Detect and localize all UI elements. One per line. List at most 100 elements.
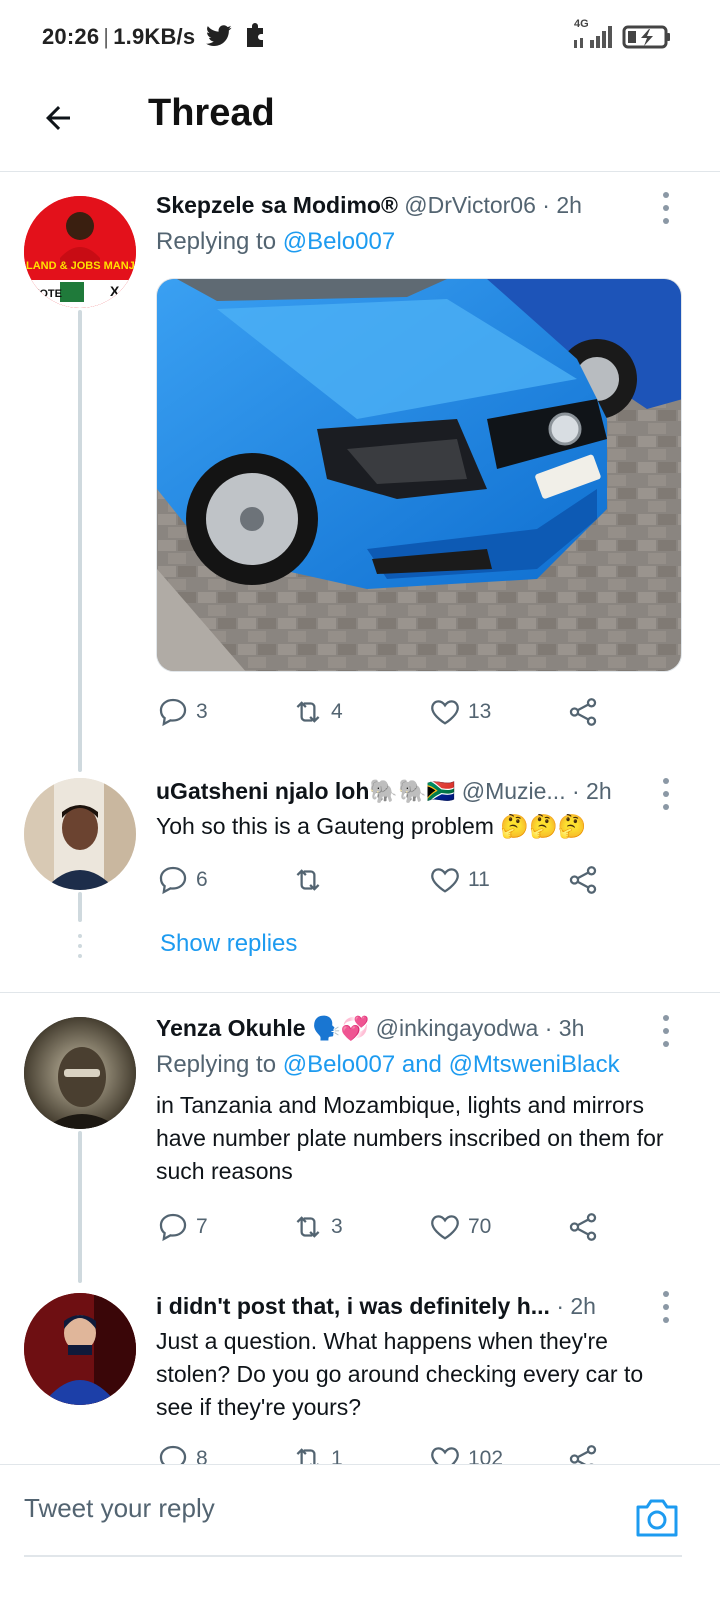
tweet-time: · 2h <box>556 1293 596 1319</box>
heart-icon <box>431 1215 459 1240</box>
avatar[interactable] <box>24 778 136 890</box>
reply-count: 7 <box>196 1215 208 1238</box>
mention-link[interactable]: @Belo007 and @MtsweniBlack <box>283 1051 620 1078</box>
retweet-button[interactable]: 4 <box>291 692 343 732</box>
share-icon <box>569 866 597 894</box>
heart-icon <box>431 1447 459 1464</box>
avatar-image <box>24 1293 136 1405</box>
more-dot <box>663 218 669 224</box>
tweet-header: Skepzele sa Modimo® @DrVictor06 · 2h <box>156 192 660 219</box>
more-dot <box>663 1015 669 1021</box>
more-dot <box>663 791 669 797</box>
tweet-time: · 3h <box>544 1015 585 1041</box>
display-name[interactable]: Yenza Okuhle 🗣️💞 <box>156 1015 369 1041</box>
display-name[interactable]: uGatsheni njalo loh🐘🐘🇿🇦 <box>156 778 455 804</box>
replying-to: Replying to @Belo007 and @MtsweniBlack <box>156 1051 620 1079</box>
battery-charging-icon <box>622 25 670 49</box>
tweet-card[interactable]: Yenza Okuhle 🗣️💞 @inkingayodwa · 3h Repl… <box>0 993 720 1283</box>
like-button[interactable]: 13 <box>428 692 491 732</box>
share-button[interactable] <box>566 692 600 732</box>
tweet-actions: 3 4 13 <box>156 692 616 732</box>
share-button[interactable] <box>566 860 600 900</box>
car-photo <box>157 279 681 671</box>
retweet-icon <box>296 869 320 891</box>
reply-input-underline <box>24 1555 682 1557</box>
thread-line <box>78 892 82 922</box>
mention-link[interactable]: @Belo007 <box>283 228 395 255</box>
puzzle-icon <box>246 23 263 47</box>
status-icons: 4G <box>572 18 672 52</box>
share-button[interactable] <box>566 1207 600 1247</box>
more-options-button[interactable] <box>660 778 672 810</box>
replying-to: Replying to @Belo007 <box>156 228 395 256</box>
reply-composer: Tweet your reply <box>0 1464 720 1600</box>
back-button[interactable] <box>34 94 82 142</box>
avatar-image <box>24 1017 136 1129</box>
tweet-actions: 7 3 70 <box>156 1207 616 1247</box>
avatar-text-bottom: VOTE <box>32 288 62 300</box>
user-handle[interactable]: @inkingayodwa <box>376 1015 539 1041</box>
avatar[interactable] <box>24 1017 136 1129</box>
like-count: 102 <box>468 1447 504 1464</box>
reply-button[interactable]: 3 <box>156 692 208 732</box>
display-name[interactable]: i didn't post that, i was definitely h..… <box>156 1293 550 1319</box>
tweet-card[interactable]: X LAND & JOBS MANJE! VOTE Skepzele sa Mo… <box>0 172 720 772</box>
share-icon <box>569 698 597 726</box>
like-button[interactable]: 102 <box>428 1439 503 1464</box>
twitter-bird-icon <box>205 25 232 46</box>
more-dot <box>663 1041 669 1047</box>
tweet-actions: 8 1 102 <box>156 1439 616 1464</box>
more-options-button[interactable] <box>660 192 672 224</box>
tweet-card[interactable]: uGatsheni njalo loh🐘🐘🇿🇦 @Muzie... · 2h Y… <box>0 772 720 992</box>
like-count: 13 <box>468 700 492 723</box>
camera-icon <box>636 1499 678 1537</box>
avatar-text-top: LAND & JOBS MANJE! <box>26 260 136 272</box>
like-button[interactable]: 70 <box>428 1207 491 1247</box>
camera-button[interactable] <box>634 1497 680 1539</box>
replying-to-label: Replying to <box>156 228 283 255</box>
show-replies-link[interactable]: Show replies <box>160 930 297 958</box>
tweet-header: Yenza Okuhle 🗣️💞 @inkingayodwa · 3h <box>156 1015 660 1042</box>
display-name[interactable]: Skepzele sa Modimo® <box>156 192 398 218</box>
share-button[interactable] <box>566 1439 600 1464</box>
tweet-time: · 2h <box>571 778 612 804</box>
more-dot <box>663 1028 669 1034</box>
reply-button[interactable]: 6 <box>156 860 208 900</box>
more-options-button[interactable] <box>660 1015 672 1047</box>
status-separator: | <box>103 24 110 49</box>
more-dot <box>663 1317 669 1323</box>
user-handle[interactable]: @Muzie... <box>462 778 566 804</box>
user-handle[interactable]: @DrVictor06 <box>404 192 536 218</box>
status-time: 20:26 | 1.9KB/s <box>42 22 268 50</box>
reply-icon <box>159 698 187 727</box>
reply-button[interactable]: 7 <box>156 1207 208 1247</box>
reply-icon <box>159 866 187 895</box>
signal-icon: 4G <box>572 18 612 52</box>
like-count: 11 <box>468 868 490 891</box>
more-dot <box>663 1291 669 1297</box>
clock: 20:26 <box>42 24 100 49</box>
more-options-button[interactable] <box>660 1291 672 1323</box>
arrow-left-icon <box>46 106 70 130</box>
tweet-card[interactable]: i didn't post that, i was definitely h..… <box>0 1283 720 1464</box>
tweet-text: Yoh so this is a Gauteng problem 🤔🤔🤔 <box>156 813 587 839</box>
reply-count: 3 <box>196 700 208 723</box>
retweet-button[interactable]: 3 <box>291 1207 343 1247</box>
reply-count: 6 <box>196 868 208 891</box>
retweet-button[interactable]: 1 <box>291 1439 343 1464</box>
tweet-media-image[interactable] <box>156 278 682 672</box>
avatar[interactable]: X LAND & JOBS MANJE! VOTE <box>24 196 136 308</box>
reply-input[interactable]: Tweet your reply <box>24 1493 624 1543</box>
share-icon <box>569 1445 597 1464</box>
reply-icon <box>159 1445 187 1464</box>
tweet-actions: 6 11 <box>156 860 616 900</box>
retweet-button[interactable] <box>291 860 331 900</box>
like-button[interactable]: 11 <box>428 860 490 900</box>
reply-button[interactable]: 8 <box>156 1439 208 1464</box>
thread-dot <box>78 954 82 958</box>
avatar[interactable] <box>24 1293 136 1405</box>
reply-icon <box>159 1213 187 1242</box>
retweet-count: 4 <box>331 700 343 723</box>
retweet-count: 3 <box>331 1215 343 1238</box>
thread-line <box>78 1131 82 1283</box>
